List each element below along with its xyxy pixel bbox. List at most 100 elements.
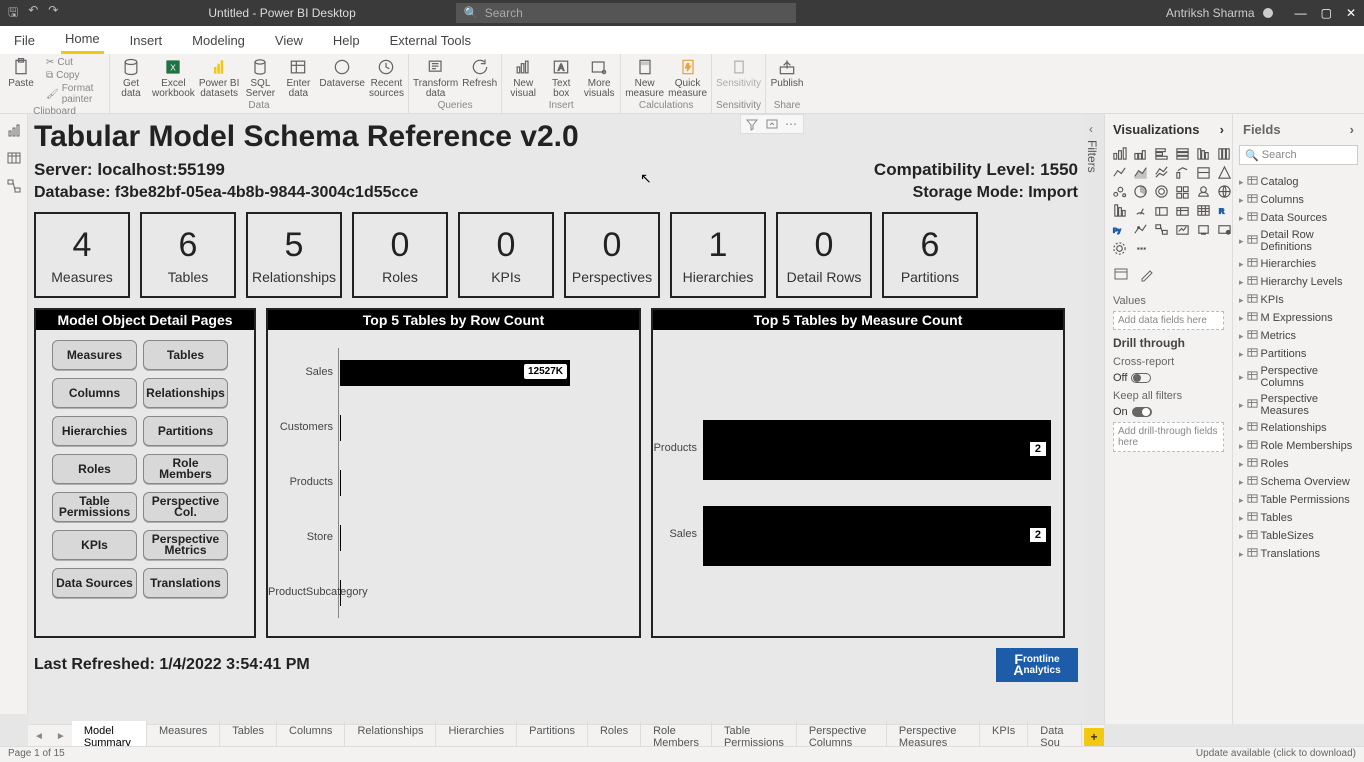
- menu-modeling[interactable]: Modeling: [188, 28, 249, 53]
- viz-type-14[interactable]: [1153, 183, 1169, 199]
- data-view-icon[interactable]: [6, 150, 22, 166]
- viz-type-4[interactable]: [1195, 145, 1211, 161]
- values-well[interactable]: Add data fields here: [1113, 311, 1224, 330]
- fields-search[interactable]: 🔍 Search: [1239, 145, 1358, 165]
- link-perspective-metrics[interactable]: Perspective Metrics: [143, 530, 228, 560]
- drill-well[interactable]: Add drill-through fields here: [1113, 422, 1224, 452]
- bar-sales[interactable]: 12527K: [340, 360, 570, 386]
- field-table-schema-overview[interactable]: ▸Schema Overview: [1235, 473, 1362, 491]
- field-table-roles[interactable]: ▸Roles: [1235, 455, 1362, 473]
- viz-type-15[interactable]: [1174, 183, 1190, 199]
- viz-type-3[interactable]: [1174, 145, 1190, 161]
- viz-type-13[interactable]: [1132, 183, 1148, 199]
- close-icon[interactable]: ✕: [1346, 6, 1356, 20]
- card-kpis[interactable]: 0KPIs: [458, 212, 554, 298]
- menu-view[interactable]: View: [271, 28, 307, 53]
- viz-type-0[interactable]: [1111, 145, 1127, 161]
- viz-type-17[interactable]: [1216, 183, 1232, 199]
- field-table-role-memberships[interactable]: ▸Role Memberships: [1235, 437, 1362, 455]
- paste-button[interactable]: Paste: [4, 56, 38, 89]
- card-relationships[interactable]: 5Relationships: [246, 212, 342, 298]
- quick-measure-button[interactable]: Quick measure: [668, 56, 707, 99]
- tab-nav-left[interactable]: ◄: [28, 731, 50, 742]
- refresh-button[interactable]: Refresh: [462, 56, 497, 89]
- tab-nav-right[interactable]: ►: [50, 731, 72, 742]
- viz-type-12[interactable]: [1111, 183, 1127, 199]
- link-roles[interactable]: Roles: [52, 454, 137, 484]
- viz-type-16[interactable]: [1195, 183, 1211, 199]
- field-table-m-expressions[interactable]: ▸M Expressions: [1235, 309, 1362, 327]
- cut-button[interactable]: ✂Cut: [42, 56, 105, 69]
- viz-type-18[interactable]: [1111, 202, 1127, 218]
- viz-type-5[interactable]: [1216, 145, 1232, 161]
- format-icon[interactable]: [1139, 266, 1155, 285]
- user-name[interactable]: Antriksh Sharma: [1166, 6, 1255, 20]
- filters-pane-collapsed[interactable]: Filters: [1085, 140, 1099, 173]
- link-tables[interactable]: Tables: [143, 340, 228, 370]
- search-box[interactable]: 🔍 Search: [456, 3, 796, 23]
- field-table-hierarchy-levels[interactable]: ▸Hierarchy Levels: [1235, 273, 1362, 291]
- viz-type-6[interactable]: [1111, 164, 1127, 180]
- menu-help[interactable]: Help: [329, 28, 364, 53]
- enter-data-button[interactable]: Enter data: [281, 56, 315, 99]
- viz-type-2[interactable]: [1153, 145, 1169, 161]
- link-table-permissions[interactable]: Table Permissions: [52, 492, 137, 522]
- field-table-perspective-measures[interactable]: ▸Perspective Measures: [1235, 391, 1362, 419]
- viz-type-31[interactable]: ⋯: [1132, 240, 1148, 256]
- filter-icon[interactable]: [745, 117, 759, 131]
- field-table-perspective-columns[interactable]: ▸Perspective Columns: [1235, 363, 1362, 391]
- card-measures[interactable]: 4Measures: [34, 212, 130, 298]
- link-relationships[interactable]: Relationships: [143, 378, 228, 408]
- field-table-relationships[interactable]: ▸Relationships: [1235, 419, 1362, 437]
- viz-type-22[interactable]: [1195, 202, 1211, 218]
- card-hierarchies[interactable]: 1Hierarchies: [670, 212, 766, 298]
- recent-sources-button[interactable]: Recent sources: [369, 56, 404, 99]
- bar-store[interactable]: [340, 525, 341, 551]
- more-icon[interactable]: ⋯: [785, 117, 799, 131]
- update-notice[interactable]: Update available (click to download): [1196, 748, 1356, 761]
- cross-report-toggle[interactable]: Off: [1109, 370, 1228, 386]
- card-perspectives[interactable]: 0Perspectives: [564, 212, 660, 298]
- publish-button[interactable]: Publish: [770, 56, 804, 89]
- field-table-kpis[interactable]: ▸KPIs: [1235, 291, 1362, 309]
- field-table-catalog[interactable]: ▸Catalog: [1235, 173, 1362, 191]
- bar-products[interactable]: 2: [703, 420, 1051, 480]
- field-table-tablesizes[interactable]: ▸TableSizes: [1235, 527, 1362, 545]
- menu-file[interactable]: File: [10, 28, 39, 53]
- viz-type-20[interactable]: [1153, 202, 1169, 218]
- minimize-icon[interactable]: —: [1295, 6, 1307, 20]
- viz-type-8[interactable]: [1153, 164, 1169, 180]
- focus-icon[interactable]: [765, 117, 779, 131]
- link-kpis[interactable]: KPIs: [52, 530, 137, 560]
- filters-collapse-icon[interactable]: ‹: [1089, 122, 1093, 136]
- viz-type-23[interactable]: R: [1216, 202, 1232, 218]
- viz-type-9[interactable]: [1174, 164, 1190, 180]
- menu-external[interactable]: External Tools: [386, 28, 475, 53]
- copy-button[interactable]: ⧉Copy: [42, 69, 105, 82]
- sql-button[interactable]: SQL Server: [243, 56, 277, 99]
- card-roles[interactable]: 0Roles: [352, 212, 448, 298]
- viz-type-27[interactable]: [1174, 221, 1190, 237]
- viz-type-1[interactable]: [1132, 145, 1148, 161]
- link-translations[interactable]: Translations: [143, 568, 228, 598]
- viz-type-26[interactable]: [1153, 221, 1169, 237]
- transform-button[interactable]: Transform data: [413, 56, 458, 99]
- viz-type-28[interactable]: [1195, 221, 1211, 237]
- card-tables[interactable]: 6Tables: [140, 212, 236, 298]
- menu-insert[interactable]: Insert: [126, 28, 167, 53]
- viz-type-7[interactable]: [1132, 164, 1148, 180]
- link-partitions[interactable]: Partitions: [143, 416, 228, 446]
- field-table-tables[interactable]: ▸Tables: [1235, 509, 1362, 527]
- report-canvas[interactable]: Tabular Model Schema Reference v2.0 Serv…: [28, 114, 1084, 724]
- link-hierarchies[interactable]: Hierarchies: [52, 416, 137, 446]
- new-measure-button[interactable]: New measure: [625, 56, 664, 99]
- link-columns[interactable]: Columns: [52, 378, 137, 408]
- pbi-datasets-button[interactable]: Power BI datasets: [199, 56, 240, 99]
- viz-type-11[interactable]: [1216, 164, 1232, 180]
- link-data-sources[interactable]: Data Sources: [52, 568, 137, 598]
- viz-type-29[interactable]: [1216, 221, 1232, 237]
- text-box-button[interactable]: AText box: [544, 56, 578, 99]
- viz-type-19[interactable]: [1132, 202, 1148, 218]
- bar-customers[interactable]: [340, 415, 341, 441]
- report-view-icon[interactable]: [6, 122, 22, 138]
